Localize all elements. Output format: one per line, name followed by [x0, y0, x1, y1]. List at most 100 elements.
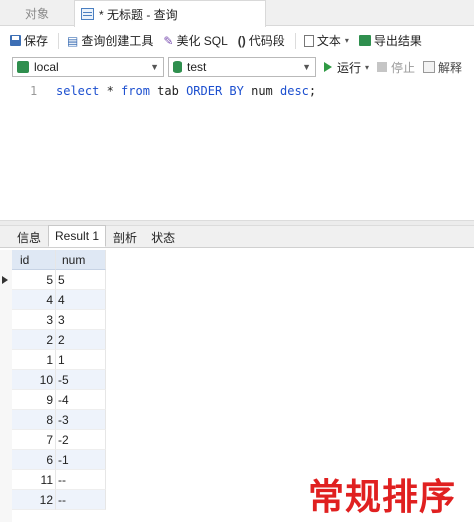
chevron-down-icon: ▼	[150, 62, 159, 72]
table-row[interactable]: 10 -5	[12, 370, 106, 390]
sql-text: num	[243, 84, 280, 98]
cell-num[interactable]: 2	[56, 330, 106, 350]
chevron-down-icon: ▼	[302, 62, 311, 72]
cell-num[interactable]: -4	[56, 390, 106, 410]
stop-button[interactable]: 停止	[377, 59, 415, 76]
export-result-label: 导出结果	[373, 34, 422, 48]
sql-text: tab	[149, 84, 187, 98]
cell-id[interactable]: 2	[12, 330, 56, 350]
cell-num[interactable]: --	[56, 490, 106, 510]
sql-code-line[interactable]: select * from tab ORDER BY num desc;	[56, 84, 316, 98]
current-row-marker-icon	[2, 276, 8, 284]
cell-num[interactable]: 4	[56, 290, 106, 310]
query-builder-label: 查询创建工具	[81, 34, 154, 48]
table-row[interactable]: 22	[12, 330, 106, 350]
beautify-sql-label: 美化 SQL	[176, 34, 228, 48]
stop-label: 停止	[391, 60, 416, 75]
database-select[interactable]: test ▼	[168, 57, 316, 77]
cell-id[interactable]: 7	[12, 430, 56, 450]
table-row[interactable]: 11 --	[12, 470, 106, 490]
query-toolbar: 保存 ▤ 查询创建工具 ✎ 美化 SQL () 代码段 文本 ▾ 导出结果	[0, 27, 474, 54]
save-label: 保存	[24, 34, 49, 48]
run-button[interactable]: 运行 ▾	[324, 59, 369, 76]
column-header-num[interactable]: num	[56, 250, 106, 270]
explain-label: 解释	[438, 60, 463, 75]
row-indicator-column	[0, 250, 12, 522]
cell-num[interactable]: -2	[56, 430, 106, 450]
cell-id[interactable]: 6	[12, 450, 56, 470]
table-row[interactable]: 12 --	[12, 490, 106, 510]
connection-bar: local ▼ test ▼ 运行 ▾ 停止 解释	[0, 55, 474, 79]
explain-icon	[423, 61, 436, 73]
cell-num[interactable]: -1	[56, 450, 106, 470]
sql-editor[interactable]: 1 select * from tab ORDER BY num desc;	[0, 80, 474, 220]
table-header-row: id num	[12, 250, 106, 270]
export-icon	[358, 35, 371, 46]
cell-num[interactable]: 3	[56, 310, 106, 330]
cell-id[interactable]: 10	[12, 370, 56, 390]
cell-id[interactable]: 9	[12, 390, 56, 410]
result-tab[interactable]: Result 1	[48, 225, 107, 247]
caption-overlay: 常规排序	[308, 477, 457, 518]
cell-id[interactable]: 8	[12, 410, 56, 430]
connection-icon	[17, 61, 29, 73]
run-label: 运行	[337, 60, 362, 75]
line-number-gutter: 1	[0, 80, 46, 220]
tab-query[interactable]: * 无标题 - 查询	[74, 0, 266, 27]
query-builder-icon: ▤	[67, 33, 79, 48]
table-row[interactable]: 55	[12, 270, 106, 290]
result-tab[interactable]: 信息	[10, 227, 48, 247]
cell-num[interactable]: -3	[56, 410, 106, 430]
table-row[interactable]: 7 -2	[12, 430, 106, 450]
cell-id[interactable]: 5	[12, 270, 56, 290]
chevron-down-icon: ▾	[344, 36, 349, 45]
tab-objects[interactable]: 对象	[0, 0, 74, 26]
query-builder-button[interactable]: ▤ 查询创建工具	[67, 32, 153, 49]
play-icon	[324, 62, 332, 72]
text-document-icon	[303, 34, 314, 47]
table-row[interactable]: 8 -3	[12, 410, 106, 430]
table-row[interactable]: 33	[12, 310, 106, 330]
sql-keyword: desc	[280, 84, 309, 98]
result-tab[interactable]: 状态	[144, 227, 182, 247]
sql-keyword: select	[56, 84, 100, 98]
code-snippet-label: 代码段	[248, 34, 285, 48]
cell-id[interactable]: 12	[12, 490, 56, 510]
cell-num[interactable]: --	[56, 470, 106, 490]
query-tab-icon	[81, 8, 94, 20]
code-snippet-button[interactable]: () 代码段	[238, 32, 285, 49]
cell-id[interactable]: 3	[12, 310, 56, 330]
table-row[interactable]: 11	[12, 350, 106, 370]
database-value: test	[187, 60, 207, 74]
cell-id[interactable]: 4	[12, 290, 56, 310]
cell-id[interactable]: 11	[12, 470, 56, 490]
save-button[interactable]: 保存	[10, 32, 48, 49]
result-tab-strip: 信息 Result 1 剖析 状态	[0, 225, 474, 248]
code-snippet-icon: ()	[237, 33, 246, 48]
cell-num[interactable]: -5	[56, 370, 106, 390]
connection-select[interactable]: local ▼	[12, 57, 164, 77]
text-mode-button[interactable]: 文本 ▾	[303, 32, 349, 49]
cell-num[interactable]: 1	[56, 350, 106, 370]
save-icon	[10, 35, 21, 46]
sql-keyword: ORDER BY	[186, 84, 244, 98]
result-tab[interactable]: 剖析	[106, 227, 144, 247]
sql-keyword: from	[121, 84, 150, 98]
sql-text: ;	[308, 84, 317, 98]
table-row[interactable]: 6 -1	[12, 450, 106, 470]
cell-id[interactable]: 1	[12, 350, 56, 370]
column-header-id[interactable]: id	[12, 250, 56, 270]
table-row[interactable]: 44	[12, 290, 106, 310]
tab-query-label: * 无标题 - 查询	[99, 7, 178, 22]
document-tab-strip: 对象 * 无标题 - 查询	[0, 0, 474, 27]
beautify-sql-button[interactable]: ✎ 美化 SQL	[163, 32, 227, 49]
explain-button[interactable]: 解释	[423, 59, 462, 76]
text-mode-label: 文本	[316, 34, 341, 48]
database-icon	[173, 61, 182, 73]
table-row[interactable]: 9 -4	[12, 390, 106, 410]
cell-num[interactable]: 5	[56, 270, 106, 290]
export-result-button[interactable]: 导出结果	[358, 32, 422, 49]
sql-text: *	[99, 84, 122, 98]
connection-value: local	[34, 60, 59, 74]
result-table: id num 5 5 4 4 3 3 2 2 1 1 10 -5 9 -4 8 -3 7 -2 6 -1 11 -- 12 --	[12, 250, 106, 510]
